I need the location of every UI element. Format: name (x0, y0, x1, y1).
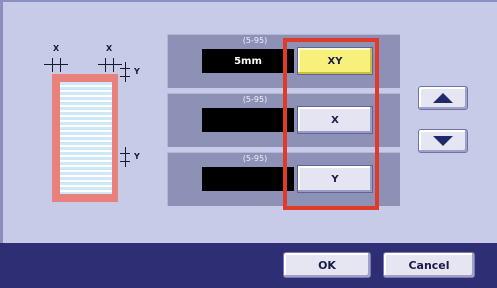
paper-content (60, 82, 112, 194)
scroll-up-button[interactable] (418, 86, 468, 110)
left-x-label: X (53, 44, 60, 53)
margin-diagram: X X Y Y (28, 40, 158, 202)
right-x-label: X (106, 44, 113, 53)
bottom-y-arrow-line (125, 147, 126, 167)
bottom-y-label: Y (134, 152, 140, 161)
scroll-down-button[interactable] (418, 129, 468, 153)
triangle-down-icon (433, 136, 453, 146)
highlight-annotation (283, 38, 379, 210)
y-value-display[interactable] (202, 167, 294, 191)
triangle-up-icon (433, 93, 453, 103)
left-x-tick-b (60, 58, 61, 72)
left-x-arrow-line (44, 64, 68, 65)
range-label: (5-95) (242, 95, 268, 104)
x-value-display[interactable] (202, 108, 294, 132)
left-x-tick-a (52, 58, 53, 72)
ok-button[interactable]: OK (283, 252, 371, 278)
right-x-tick-b (113, 58, 114, 72)
range-label: (5-95) (242, 154, 268, 163)
xy-value-display[interactable]: 5mm (202, 49, 294, 73)
top-y-label: Y (134, 67, 140, 76)
top-y-arrow-line (125, 62, 126, 82)
cancel-button[interactable]: Cancel (383, 252, 475, 278)
right-x-tick-a (105, 58, 106, 72)
range-label: (5-95) (242, 36, 268, 45)
right-x-arrow-line (98, 64, 122, 65)
